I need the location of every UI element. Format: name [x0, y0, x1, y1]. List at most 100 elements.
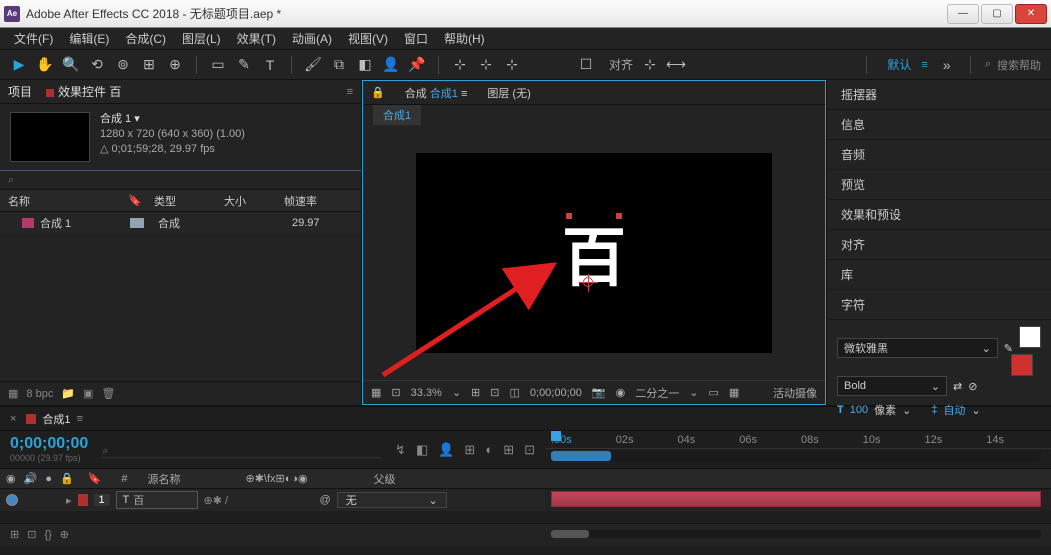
chevron-down-icon[interactable]: ⌄	[452, 386, 461, 399]
pen-tool[interactable]: ✎	[235, 56, 253, 74]
panel-menu-icon[interactable]: ≡	[347, 86, 353, 98]
timeline-tab[interactable]: 合成1 ≡	[26, 411, 83, 427]
panel-character[interactable]: 字符	[827, 290, 1051, 320]
grid-icon[interactable]: ⊡	[490, 386, 499, 399]
toggle-modes-icon[interactable]: ⊡	[27, 528, 36, 541]
zoom-level[interactable]: 33.3%	[411, 387, 442, 399]
maximize-button[interactable]: ▢	[981, 4, 1013, 24]
tab-effect-controls[interactable]: 效果控件 百	[46, 83, 121, 100]
bpc-button[interactable]: 8 bpc	[26, 388, 53, 400]
time-navigator[interactable]	[551, 530, 1041, 538]
anchor-tool[interactable]: ⊕	[166, 56, 184, 74]
chevron-down-icon[interactable]: ⌄	[971, 404, 980, 417]
render-time-icon[interactable]: ⊕	[60, 528, 69, 541]
current-time[interactable]: 0;00;00;00	[530, 387, 582, 399]
layer-name[interactable]: T 百	[116, 491, 198, 509]
local-axis-icon[interactable]: ⊹	[451, 56, 469, 74]
layer-switches[interactable]: ⊕✱ /	[204, 494, 314, 507]
trash-icon[interactable]: 🗑	[101, 387, 115, 400]
snap-icon[interactable]: ⊹	[641, 56, 659, 74]
selection-tool[interactable]: ▶	[10, 56, 28, 74]
frame-blend-icon[interactable]: ⊞	[464, 442, 475, 458]
transparency-icon[interactable]: ▦	[729, 386, 739, 399]
current-time[interactable]: 0;00;00;00	[10, 435, 88, 453]
visibility-toggle[interactable]	[6, 494, 18, 506]
layer-clip[interactable]	[551, 491, 1041, 507]
item-color-label[interactable]	[130, 218, 144, 228]
text-tool[interactable]: T	[261, 56, 279, 74]
region-icon[interactable]: ▭	[708, 386, 718, 399]
pickwhip-icon[interactable]: @	[320, 494, 331, 506]
clone-tool[interactable]: ⧉	[330, 56, 348, 74]
solo-col-icon[interactable]: ●	[45, 473, 52, 485]
brush-tool[interactable]: 🖌	[304, 56, 322, 74]
snap-checkbox[interactable]: ☐	[577, 56, 595, 74]
tab-composition[interactable]: 合成 合成1 ≡	[405, 85, 468, 101]
col-source-name[interactable]: 源名称	[142, 471, 232, 487]
menu-file[interactable]: 文件(F)	[6, 30, 61, 47]
toggle-alpha-icon[interactable]: ▦	[371, 386, 381, 399]
layer-color-label[interactable]	[78, 494, 88, 506]
panel-wiggler[interactable]: 摇摆器	[827, 80, 1051, 110]
col-type[interactable]: 类型	[146, 193, 216, 209]
puppet-tool[interactable]: 📌	[408, 56, 426, 74]
orbit-tool[interactable]: ⟲	[88, 56, 106, 74]
shy-icon[interactable]: 👤	[438, 442, 454, 458]
fullres-icon[interactable]: ⊞	[471, 386, 480, 399]
panel-audio[interactable]: 音频	[827, 140, 1051, 170]
parent-select[interactable]: 无⌄	[337, 492, 447, 508]
comp-mini-flowchart-icon[interactable]: ↯	[395, 442, 406, 458]
panel-info[interactable]: 信息	[827, 110, 1051, 140]
composition-viewer[interactable]: 百	[363, 125, 825, 380]
toggle-in-out-icon[interactable]: {}	[44, 529, 51, 541]
panel-effects-presets[interactable]: 效果和预设	[827, 200, 1051, 230]
workspace-reset-icon[interactable]: »	[938, 56, 956, 74]
col-name[interactable]: 名称	[0, 193, 120, 209]
menu-composition[interactable]: 合成(C)	[117, 30, 174, 47]
col-tag[interactable]: 🔖	[120, 194, 146, 207]
active-camera[interactable]: 活动摄像	[773, 385, 817, 401]
breadcrumb[interactable]: 合成1	[373, 105, 421, 125]
menu-window[interactable]: 窗口	[396, 30, 436, 47]
roto-tool[interactable]: 👤	[382, 56, 400, 74]
chevron-down-icon[interactable]: ⌄	[689, 386, 698, 399]
close-button[interactable]: ✕	[1015, 4, 1047, 24]
graph-editor-icon[interactable]: ⊞	[503, 442, 514, 458]
eraser-tool[interactable]: ◧	[356, 56, 374, 74]
text-layer-char[interactable]: 百	[562, 207, 626, 299]
time-ruler[interactable]: :00s 02s 04s 06s 08s 10s 12s 14s	[545, 431, 1051, 449]
project-search[interactable]: ⌕	[0, 170, 361, 190]
hand-tool[interactable]: ✋	[36, 56, 54, 74]
new-comp-icon[interactable]: ▣	[83, 387, 93, 400]
composition-thumbnail[interactable]	[10, 112, 90, 162]
close-tab-icon[interactable]: ×	[10, 413, 16, 425]
snapshot-icon[interactable]: 📷	[592, 386, 606, 399]
mask-icon[interactable]: ◫	[509, 386, 519, 399]
brainstorm-icon[interactable]: ⊡	[524, 442, 535, 458]
eyedropper-icon[interactable]: ✎	[1004, 342, 1013, 355]
resolution-selector[interactable]: 二分之一	[635, 385, 679, 401]
expand-icon[interactable]: ▸	[66, 494, 72, 507]
tab-project[interactable]: 项目	[8, 83, 32, 100]
menu-edit[interactable]: 编辑(E)	[61, 30, 117, 47]
menu-animation[interactable]: 动画(A)	[284, 30, 340, 47]
font-size-value[interactable]: 100	[850, 404, 868, 416]
camera-tool[interactable]: ⊞	[140, 56, 158, 74]
workspace-selector[interactable]: 默认	[887, 56, 911, 73]
draft3d-icon[interactable]: ◧	[416, 442, 428, 458]
rotate-tool[interactable]: ⊚	[114, 56, 132, 74]
stroke-color-swatch[interactable]	[1011, 354, 1033, 376]
audio-col-icon[interactable]: 🔊	[24, 472, 38, 485]
menu-layer[interactable]: 图层(L)	[174, 30, 229, 47]
panel-preview[interactable]: 预览	[827, 170, 1051, 200]
motion-blur-icon[interactable]: ◐	[485, 442, 493, 457]
timeline-layer-row[interactable]: ▸ 1 T 百 ⊕✱ / @ 无⌄	[0, 489, 1051, 511]
workspace-menu-icon[interactable]: ≡	[921, 59, 927, 71]
menu-help[interactable]: 帮助(H)	[436, 30, 493, 47]
chevron-down-icon[interactable]: ⌄	[902, 404, 911, 417]
selection-handle[interactable]	[616, 213, 622, 219]
swap-colors-icon[interactable]: ⇄	[953, 380, 962, 393]
col-parent[interactable]: 父级	[368, 471, 402, 487]
toggle-switches-icon[interactable]: ⊞	[10, 528, 19, 541]
menu-effect[interactable]: 效果(T)	[229, 30, 284, 47]
